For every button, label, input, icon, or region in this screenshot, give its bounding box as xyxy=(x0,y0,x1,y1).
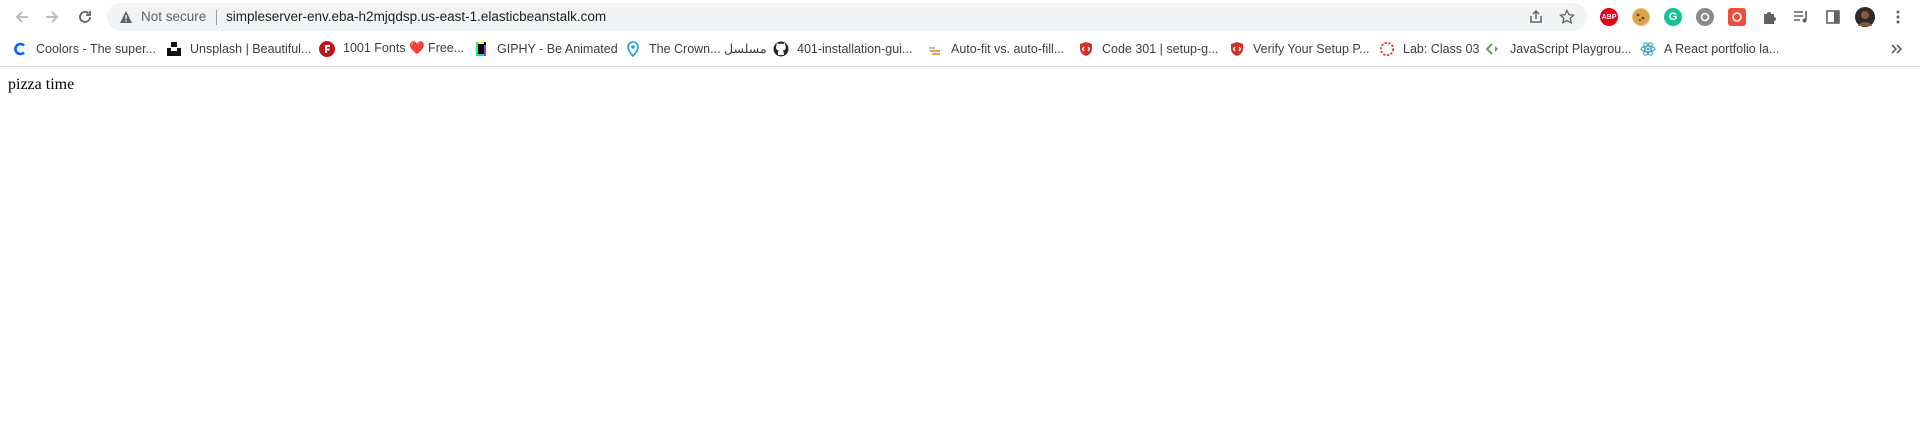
fonts-icon xyxy=(319,40,335,57)
double-chevron-right-icon xyxy=(1891,43,1903,54)
bookmark-giphy[interactable]: GIPHY - Be Animated xyxy=(473,35,618,62)
cookie-icon[interactable] xyxy=(1632,8,1650,26)
back-button[interactable] xyxy=(10,5,34,29)
screen-recorder-icon[interactable] xyxy=(1728,8,1746,26)
codefellows-icon xyxy=(1078,41,1094,57)
bookmark-auto-fit[interactable]: Auto-fit vs. auto-fill... xyxy=(927,35,1064,62)
bookmark-1001-fonts[interactable]: 1001 Fonts ❤️ Free... xyxy=(319,35,464,62)
codefellows-icon xyxy=(1229,41,1245,57)
puzzle-icon xyxy=(1764,12,1776,24)
warning-icon[interactable] xyxy=(119,10,133,24)
bookmark-label: Verify Your Setup P... xyxy=(1253,41,1370,56)
bookmark-lab-class-03[interactable]: Lab: Class 03 xyxy=(1379,35,1479,62)
back-arrow-icon xyxy=(15,11,28,23)
media-list-icon xyxy=(1794,11,1807,23)
bookmark-label: 401-installation-gui... xyxy=(797,41,913,56)
side-panel-icon[interactable] xyxy=(1824,8,1842,26)
react-icon xyxy=(1640,41,1656,57)
bookmark-unsplash[interactable]: Unsplash | Beautiful... xyxy=(166,35,311,62)
bookmarks-overflow-button[interactable] xyxy=(1889,35,1903,62)
browser-toolbar: Not secure simpleserver-env.eba-h2mjqdsp… xyxy=(0,0,1920,33)
page-body-text: pizza time xyxy=(8,76,75,93)
extension-gear-icon[interactable] xyxy=(1696,8,1714,26)
record-icon xyxy=(1732,12,1742,22)
avatar-icon xyxy=(1858,11,1872,26)
bookmark-label: A React portfolio la... xyxy=(1664,41,1780,56)
security-label[interactable]: Not secure xyxy=(141,9,206,24)
side-panel-shape-icon xyxy=(1826,10,1840,24)
address-bar[interactable]: Not secure simpleserver-env.eba-h2mjqdsp… xyxy=(107,3,1587,31)
profile-avatar[interactable] xyxy=(1855,7,1875,27)
bookmark-star-icon[interactable] xyxy=(1559,9,1575,25)
css-tricks-icon xyxy=(927,41,943,57)
canvas-icon xyxy=(1379,41,1395,57)
bookmark-label: Lab: Class 03 xyxy=(1403,41,1480,56)
bookmark-401-installation[interactable]: 401-installation-gui... xyxy=(773,35,912,62)
bookmarks-bar: Coolors - The super... Unsplash | Beauti… xyxy=(0,35,1920,62)
page-content: pizza time xyxy=(0,67,1920,445)
browser-menu-button[interactable] xyxy=(1889,8,1907,26)
reload-icon xyxy=(79,11,91,23)
bookmark-react-portfolio[interactable]: A React portfolio la... xyxy=(1640,35,1779,62)
bookmark-label: The Crown... مسلسل xyxy=(649,42,767,56)
playground-icon xyxy=(1486,41,1502,57)
bookmark-the-crown[interactable]: The Crown... مسلسل xyxy=(625,35,767,62)
bookmark-label: Unsplash | Beautiful... xyxy=(190,41,312,56)
unsplash-icon xyxy=(166,41,182,57)
bookmark-code-301[interactable]: Code 301 | setup-g... xyxy=(1078,35,1219,62)
bookmark-label: Auto-fit vs. auto-fill... xyxy=(951,41,1065,56)
giphy-icon xyxy=(473,41,489,57)
coolors-icon xyxy=(12,41,28,57)
share-icon[interactable] xyxy=(1528,9,1544,25)
bookmark-label: JavaScript Playgrou... xyxy=(1510,41,1632,56)
bookmark-verify-setup[interactable]: Verify Your Setup P... xyxy=(1229,35,1370,62)
cookie-shape-icon xyxy=(1633,9,1649,25)
bookmark-label: Coolors - The super... xyxy=(36,41,156,56)
url-text[interactable]: simpleserver-env.eba-h2mjqdsp.us-east-1.… xyxy=(226,9,606,24)
address-divider xyxy=(216,10,217,25)
bookmark-js-playground[interactable]: JavaScript Playgrou... xyxy=(1486,35,1632,62)
gear-icon xyxy=(1700,12,1710,22)
reading-list-icon[interactable] xyxy=(1792,8,1810,26)
forward-button[interactable] xyxy=(40,5,64,29)
bookmark-label: Code 301 | setup-g... xyxy=(1102,41,1219,56)
extensions-puzzle-icon[interactable] xyxy=(1760,8,1778,26)
bookmark-label: 1001 Fonts ❤️ Free... xyxy=(343,41,465,55)
bookmark-label: GIPHY - Be Animated xyxy=(497,41,618,56)
github-icon xyxy=(773,41,789,57)
grammarly-icon[interactable]: G xyxy=(1664,8,1682,26)
kebab-menu-icon xyxy=(1896,10,1900,24)
adblock-icon[interactable]: ABP xyxy=(1600,8,1618,26)
forward-arrow-icon xyxy=(46,11,59,23)
bookmark-coolors[interactable]: Coolors - The super... xyxy=(12,35,156,62)
location-pin-icon xyxy=(625,40,641,57)
reload-button[interactable] xyxy=(73,5,97,29)
